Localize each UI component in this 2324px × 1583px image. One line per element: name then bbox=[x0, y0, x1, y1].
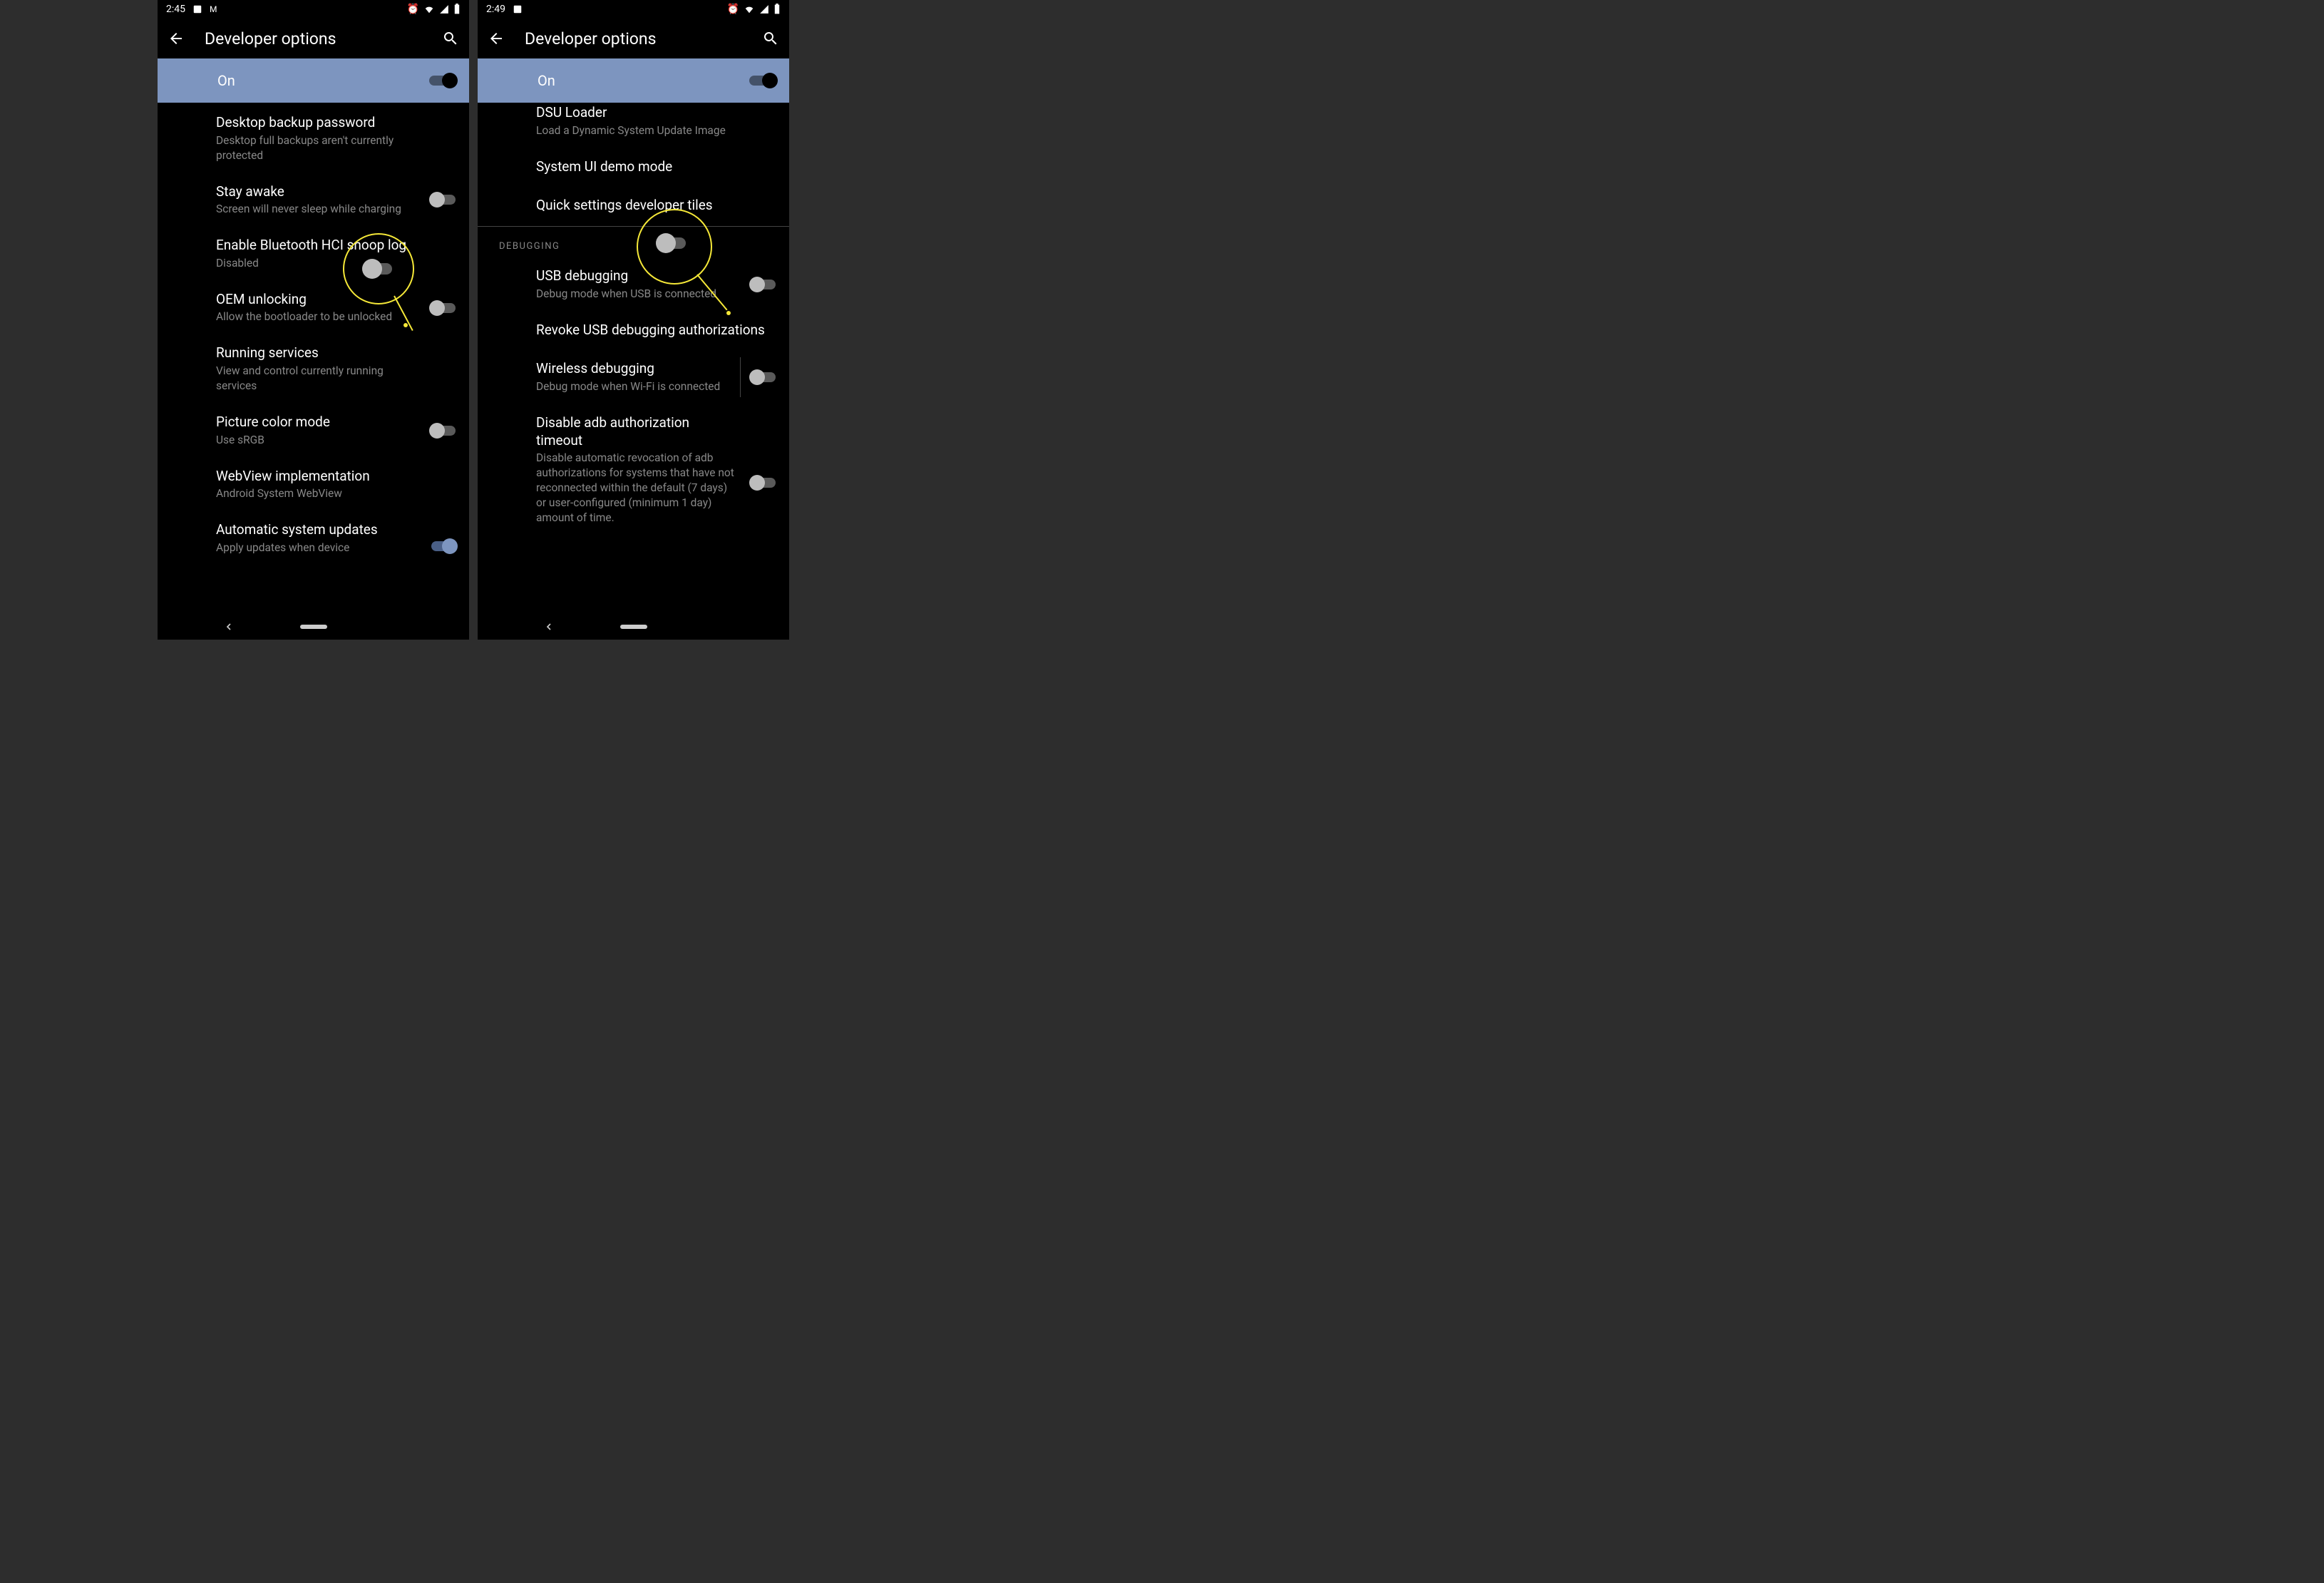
status-time: 2:49 bbox=[486, 4, 505, 15]
picture-color-toggle[interactable] bbox=[429, 423, 458, 439]
nav-pill[interactable] bbox=[300, 625, 327, 629]
gmail-icon: M bbox=[210, 4, 217, 14]
setting-subtitle: Disabled bbox=[216, 256, 458, 271]
item-divider bbox=[740, 357, 741, 397]
alarm-icon: ⏰ bbox=[727, 4, 739, 15]
back-arrow-icon[interactable] bbox=[488, 30, 505, 47]
wireless-debugging-toggle[interactable] bbox=[749, 369, 778, 385]
master-switch-banner[interactable]: On bbox=[478, 58, 789, 103]
qs-tiles-item[interactable]: Quick settings developer tiles bbox=[478, 187, 789, 226]
status-bar: 2:49 ⏰ bbox=[478, 0, 789, 19]
master-toggle[interactable] bbox=[429, 73, 458, 88]
phone-screenshot-left: 2:45 M ⏰ Developer options On Desktop ba… bbox=[158, 0, 469, 640]
signal-icon bbox=[439, 4, 449, 14]
revoke-usb-item[interactable]: Revoke USB debugging authorizations bbox=[478, 312, 789, 351]
app-bar: Developer options bbox=[158, 19, 469, 58]
setting-title: Wireless debugging bbox=[536, 360, 778, 378]
nav-pill[interactable] bbox=[620, 625, 647, 629]
search-icon[interactable] bbox=[762, 30, 779, 47]
wifi-icon bbox=[423, 4, 435, 14]
running-services-item[interactable]: Running services View and control curren… bbox=[158, 334, 469, 404]
wireless-debugging-item[interactable]: Wireless debugging Debug mode when Wi-Fi… bbox=[478, 350, 789, 404]
phone-screenshot-right: 2:49 ⏰ Developer options On DSU Loader L… bbox=[478, 0, 789, 640]
oem-unlocking-item[interactable]: OEM unlocking Allow the bootloader to be… bbox=[158, 281, 469, 335]
nav-back-icon[interactable] bbox=[223, 620, 235, 634]
page-title: Developer options bbox=[525, 29, 742, 48]
stay-awake-item[interactable]: Stay awake Screen will never sleep while… bbox=[158, 173, 469, 227]
adb-timeout-toggle[interactable] bbox=[749, 475, 778, 491]
setting-subtitle: Debug mode when Wi-Fi is connected bbox=[536, 379, 778, 394]
setting-subtitle: Apply updates when device bbox=[216, 541, 458, 555]
signal-icon bbox=[759, 4, 769, 14]
battery-icon bbox=[453, 4, 461, 15]
photo-icon bbox=[192, 4, 202, 14]
master-switch-label: On bbox=[169, 72, 429, 89]
settings-list[interactable]: DSU Loader Load a Dynamic System Update … bbox=[478, 104, 789, 640]
setting-subtitle: View and control currently running servi… bbox=[216, 364, 458, 394]
status-bar: 2:45 M ⏰ bbox=[158, 0, 469, 19]
setting-title: DSU Loader bbox=[536, 104, 778, 122]
auto-updates-item[interactable]: Automatic system updates Apply updates w… bbox=[158, 511, 469, 598]
auto-updates-toggle[interactable] bbox=[429, 538, 458, 554]
debugging-section-header: Debugging bbox=[478, 227, 789, 257]
setting-subtitle: Screen will never sleep while charging bbox=[216, 202, 458, 217]
setting-subtitle: Android System WebView bbox=[216, 486, 458, 501]
setting-subtitle: Load a Dynamic System Update Image bbox=[536, 123, 778, 138]
annotation-toggle-left bbox=[362, 263, 392, 275]
desktop-backup-item[interactable]: Desktop backup password Desktop full bac… bbox=[158, 104, 469, 173]
setting-title: WebView implementation bbox=[216, 468, 458, 486]
setting-subtitle: Disable automatic revocation of adb auth… bbox=[536, 451, 778, 526]
setting-title: Quick settings developer tiles bbox=[536, 197, 778, 215]
master-toggle[interactable] bbox=[749, 73, 778, 88]
settings-list[interactable]: Desktop backup password Desktop full bac… bbox=[158, 104, 469, 640]
nav-back-icon[interactable] bbox=[543, 620, 555, 634]
setting-title: Picture color mode bbox=[216, 414, 458, 431]
setting-title: Revoke USB debugging authorizations bbox=[536, 322, 778, 339]
adb-timeout-item[interactable]: Disable adb authorization timeout Disabl… bbox=[478, 404, 789, 561]
picture-color-item[interactable]: Picture color mode Use sRGB bbox=[158, 404, 469, 458]
navigation-bar bbox=[158, 614, 469, 640]
sysui-demo-item[interactable]: System UI demo mode bbox=[478, 148, 789, 188]
bt-hci-item[interactable]: Enable Bluetooth HCI snoop log Disabled bbox=[158, 227, 469, 281]
alarm-icon: ⏰ bbox=[407, 4, 419, 15]
dsu-loader-item[interactable]: DSU Loader Load a Dynamic System Update … bbox=[478, 104, 789, 148]
setting-title: OEM unlocking bbox=[216, 291, 458, 309]
status-time: 2:45 bbox=[166, 4, 185, 15]
back-arrow-icon[interactable] bbox=[168, 30, 185, 47]
oem-unlocking-toggle[interactable] bbox=[429, 300, 458, 316]
wifi-icon bbox=[744, 4, 755, 14]
photo-icon bbox=[513, 4, 523, 14]
setting-title: System UI demo mode bbox=[536, 158, 778, 176]
master-switch-banner[interactable]: On bbox=[158, 58, 469, 103]
setting-title: Enable Bluetooth HCI snoop log bbox=[216, 237, 458, 255]
setting-title: Stay awake bbox=[216, 183, 458, 201]
stay-awake-toggle[interactable] bbox=[429, 192, 458, 208]
search-icon[interactable] bbox=[442, 30, 459, 47]
app-bar: Developer options bbox=[478, 19, 789, 58]
setting-subtitle: Use sRGB bbox=[216, 433, 458, 448]
setting-subtitle: Allow the bootloader to be unlocked bbox=[216, 309, 458, 324]
navigation-bar bbox=[478, 614, 789, 640]
setting-subtitle: Debug mode when USB is connected bbox=[536, 287, 778, 302]
setting-title: Disable adb authorization timeout bbox=[536, 414, 778, 449]
usb-debugging-item[interactable]: USB debugging Debug mode when USB is con… bbox=[478, 257, 789, 312]
setting-title: Desktop backup password bbox=[216, 114, 458, 132]
webview-item[interactable]: WebView implementation Android System We… bbox=[158, 458, 469, 512]
setting-title: Automatic system updates bbox=[216, 521, 458, 539]
battery-icon bbox=[773, 4, 781, 15]
annotation-toggle-right bbox=[656, 237, 686, 249]
setting-title: USB debugging bbox=[536, 267, 778, 285]
setting-subtitle: Desktop full backups aren't currently pr… bbox=[216, 133, 458, 163]
master-switch-label: On bbox=[489, 72, 749, 89]
usb-debugging-toggle[interactable] bbox=[749, 277, 778, 292]
page-title: Developer options bbox=[205, 29, 422, 48]
setting-title: Running services bbox=[216, 344, 458, 362]
